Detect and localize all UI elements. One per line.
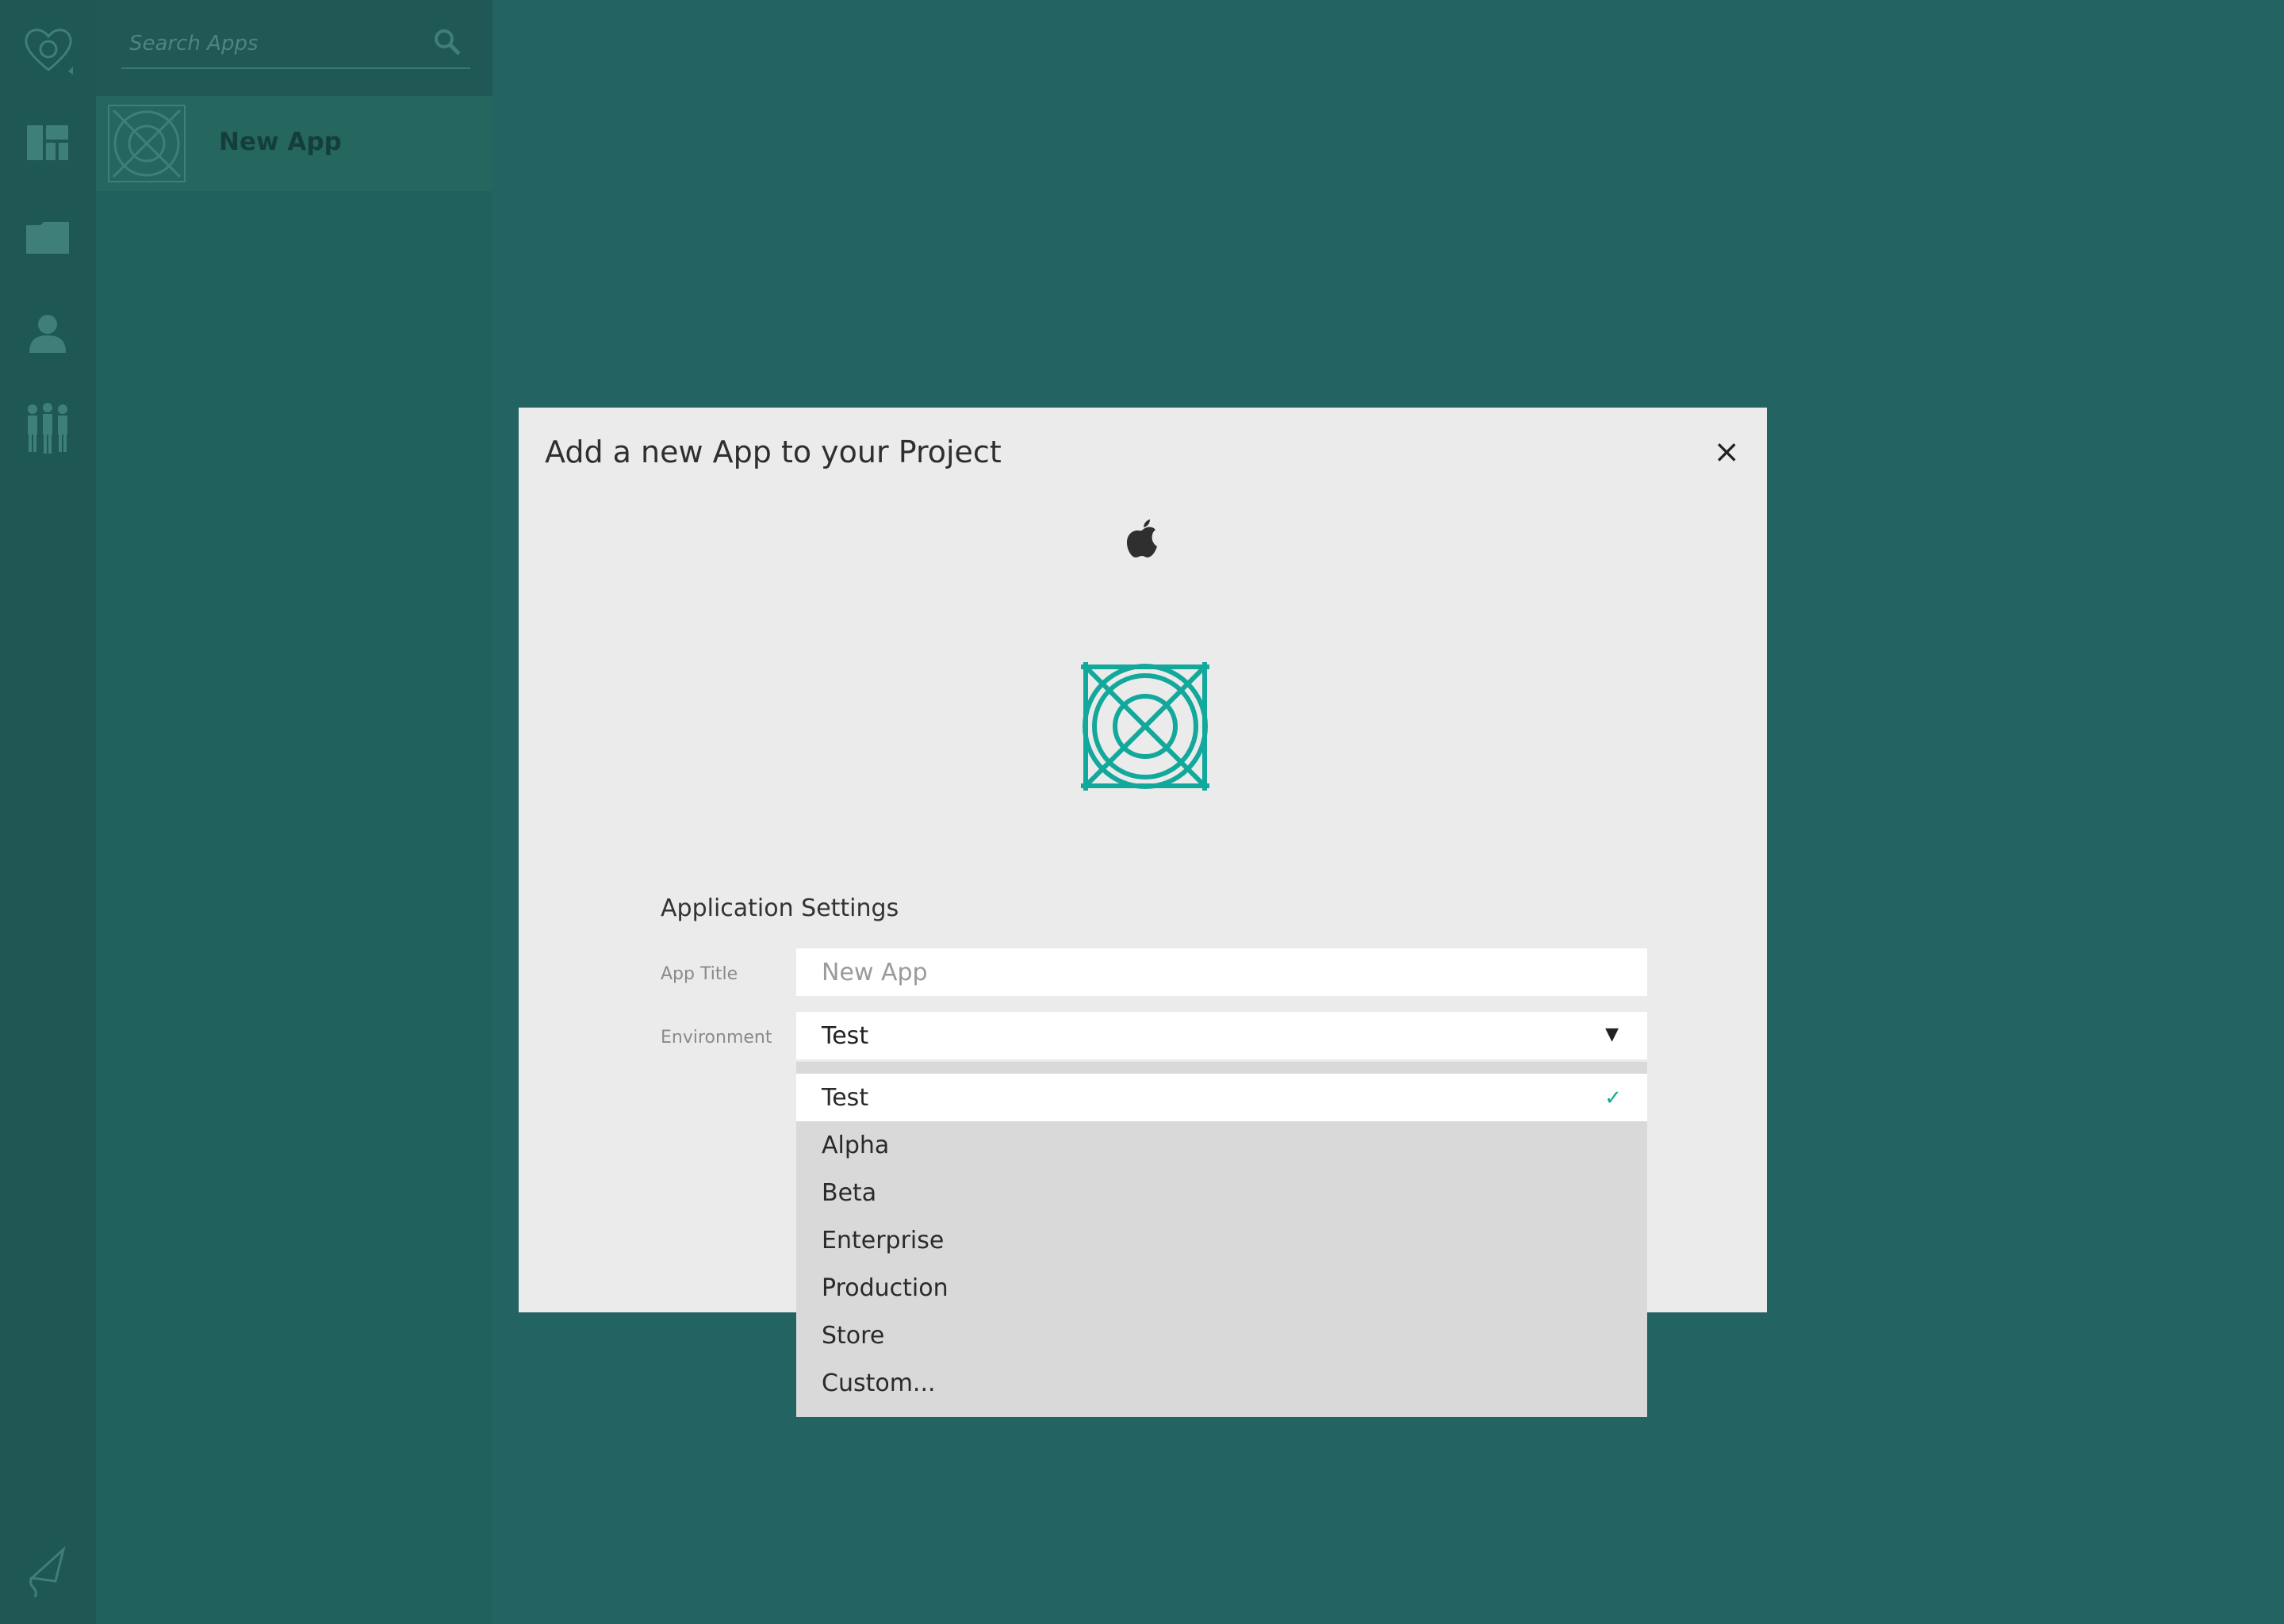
app-list: New App xyxy=(96,96,492,1624)
team-icon[interactable] xyxy=(24,403,71,454)
app-title-label: App Title xyxy=(661,964,738,984)
kite-icon[interactable] xyxy=(22,1546,70,1598)
option-label: Production xyxy=(822,1274,948,1302)
checkmark-icon: ✓ xyxy=(1604,1086,1622,1110)
dropdown-option-enterprise[interactable]: Enterprise xyxy=(796,1216,1647,1264)
option-label: Custom... xyxy=(822,1369,936,1397)
dropdown-option-production[interactable]: Production xyxy=(796,1264,1647,1312)
list-item[interactable]: New App xyxy=(96,96,492,191)
environment-select[interactable]: Test ▼ xyxy=(796,1012,1647,1059)
heart-logo-icon[interactable] xyxy=(21,22,76,78)
app-title-placeholder: New App xyxy=(822,958,928,986)
app-logo-icon[interactable] xyxy=(1078,659,1213,797)
environment-dropdown: Test ✓ Alpha Beta Enterprise Production … xyxy=(796,1062,1647,1417)
search-underline xyxy=(121,67,470,69)
dialog-title: Add a new App to your Project xyxy=(545,435,1002,469)
dropdown-option-store[interactable]: Store xyxy=(796,1312,1647,1359)
section-heading: Application Settings xyxy=(661,894,899,922)
apple-icon xyxy=(1125,519,1160,561)
environment-label: Environment xyxy=(661,1028,772,1048)
search-icon[interactable] xyxy=(434,29,461,59)
app-search-bar: Search Apps xyxy=(96,0,492,96)
app-name: New App xyxy=(219,128,342,156)
dropdown-option-beta[interactable]: Beta xyxy=(796,1169,1647,1216)
option-label: Test xyxy=(822,1083,869,1112)
app-thumbnail-icon xyxy=(107,104,186,183)
folder-icon[interactable] xyxy=(24,214,71,262)
option-label: Alpha xyxy=(822,1131,890,1159)
nav-rail xyxy=(0,0,96,1624)
app-title-input[interactable]: New App xyxy=(796,948,1647,996)
close-button[interactable]: × xyxy=(1713,436,1740,468)
user-icon[interactable] xyxy=(24,309,71,357)
option-label: Enterprise xyxy=(822,1226,945,1254)
dropdown-option-custom[interactable]: Custom... xyxy=(796,1359,1647,1407)
option-label: Store xyxy=(822,1321,885,1350)
search-input[interactable]: Search Apps xyxy=(129,32,259,56)
environment-value: Test xyxy=(822,1021,869,1050)
dropdown-arrow-icon: ▼ xyxy=(1605,1025,1619,1044)
dashboard-icon[interactable] xyxy=(24,119,71,167)
dropdown-option-test[interactable]: Test ✓ xyxy=(796,1074,1647,1121)
option-label: Beta xyxy=(822,1178,877,1207)
dropdown-option-alpha[interactable]: Alpha xyxy=(796,1121,1647,1169)
